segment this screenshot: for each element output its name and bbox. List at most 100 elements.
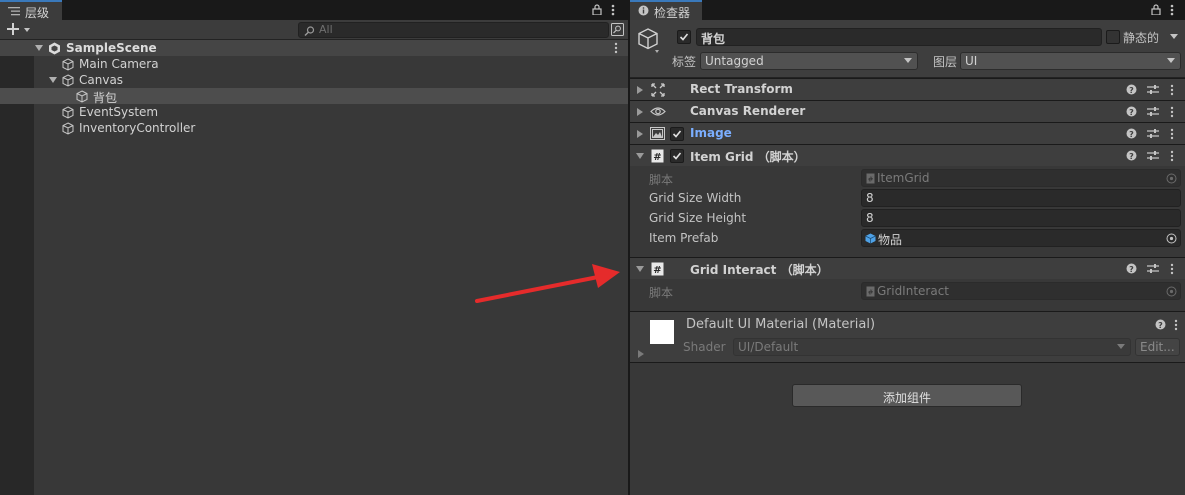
- object-picker-icon[interactable]: [1166, 233, 1177, 244]
- script-file-icon: #: [866, 173, 875, 184]
- chevron-down-icon: [904, 58, 912, 63]
- property-label: Grid Size Height: [649, 211, 747, 225]
- layer-value: UI: [965, 54, 978, 68]
- presets-icon[interactable]: [1147, 106, 1159, 117]
- search-window-icon[interactable]: [611, 23, 624, 36]
- presets-icon[interactable]: [1147, 150, 1159, 161]
- grid-size-height-input[interactable]: 8: [861, 209, 1181, 227]
- script-icon: #: [651, 149, 664, 163]
- kebab-menu-icon[interactable]: [614, 42, 618, 54]
- lock-icon[interactable]: [592, 4, 602, 15]
- static-checkbox[interactable]: [1106, 30, 1120, 44]
- gameobject-cube-icon: [76, 90, 88, 103]
- collapsed-arrow-icon[interactable]: [637, 86, 643, 94]
- inspector-tab-bar: 检查器: [630, 0, 1185, 20]
- svg-text:#: #: [868, 176, 874, 184]
- kebab-menu-icon[interactable]: [1170, 263, 1174, 275]
- tree-item-samplescene[interactable]: SampleScene: [0, 40, 628, 56]
- shader-edit-button[interactable]: Edit...: [1135, 338, 1180, 356]
- add-dropdown-icon[interactable]: [7, 23, 33, 36]
- gameobject-cube-icon: [62, 74, 74, 87]
- kebab-menu-icon[interactable]: [1170, 84, 1174, 96]
- image-component-icon: [650, 127, 665, 140]
- kebab-menu-icon[interactable]: [1170, 4, 1174, 16]
- kebab-menu-icon[interactable]: [1170, 128, 1174, 140]
- component-grid-interact[interactable]: # Grid Interact （脚本） ?: [630, 257, 1185, 279]
- collapsed-arrow-icon[interactable]: [637, 108, 643, 116]
- component-item-grid[interactable]: # Item Grid （脚本） ?: [630, 144, 1185, 166]
- script-file-icon: #: [866, 286, 875, 297]
- image-enabled-checkbox[interactable]: [670, 127, 684, 141]
- layer-label: 图层: [933, 55, 958, 69]
- help-icon[interactable]: ?: [1155, 319, 1166, 330]
- tree-item-backpack[interactable]: 背包: [0, 88, 628, 105]
- tree-item-inventorycontroller[interactable]: InventoryController: [0, 120, 628, 136]
- add-component-button[interactable]: 添加组件: [792, 384, 1022, 407]
- tree-item-eventsystem[interactable]: EventSystem: [0, 104, 628, 120]
- tab-inspector[interactable]: 检查器: [630, 0, 702, 20]
- object-picker-icon: [1166, 286, 1177, 297]
- edit-label: Edit...: [1140, 340, 1175, 354]
- presets-icon[interactable]: [1147, 84, 1159, 95]
- expand-arrow-icon[interactable]: [35, 45, 43, 51]
- svg-text:?: ?: [1129, 86, 1134, 95]
- help-icon[interactable]: ?: [1126, 84, 1137, 95]
- help-icon[interactable]: ?: [1126, 263, 1137, 274]
- rect-transform-icon: [651, 83, 665, 97]
- chevron-down-icon[interactable]: [1170, 34, 1178, 40]
- expanded-arrow-icon[interactable]: [636, 153, 644, 159]
- component-canvas-renderer[interactable]: Canvas Renderer ?: [630, 100, 1185, 122]
- property-label: Item Prefab: [649, 231, 719, 245]
- checkmark-icon: [679, 33, 689, 41]
- tab-hierarchy[interactable]: 层级: [0, 0, 62, 20]
- help-icon[interactable]: ?: [1126, 150, 1137, 161]
- kebab-menu-icon[interactable]: [1174, 319, 1178, 331]
- item-prefab-object-field[interactable]: 物品: [861, 229, 1181, 247]
- presets-icon[interactable]: [1147, 128, 1159, 139]
- object-name-input[interactable]: 背包: [696, 28, 1102, 46]
- search-icon: [304, 26, 315, 36]
- checkmark-icon: [672, 130, 682, 138]
- tree-item-main-camera[interactable]: Main Camera: [0, 56, 628, 72]
- kebab-menu-icon[interactable]: [611, 4, 615, 16]
- svg-text:?: ?: [1129, 108, 1134, 117]
- item-grid-enabled-checkbox[interactable]: [670, 149, 684, 163]
- component-title: Item Grid （脚本）: [690, 150, 806, 164]
- expanded-arrow-icon[interactable]: [636, 266, 644, 272]
- svg-text:#: #: [653, 265, 661, 276]
- property-grid-size-width: Grid Size Width 8: [630, 188, 1185, 208]
- gameobject-large-cube-icon: [638, 28, 659, 53]
- expand-arrow-icon[interactable]: [49, 77, 57, 83]
- tree-item-label: InventoryController: [79, 121, 196, 135]
- info-icon: [638, 5, 649, 16]
- shader-dropdown[interactable]: UI/Default: [733, 338, 1131, 356]
- collapsed-arrow-icon[interactable]: [638, 350, 644, 358]
- svg-text:#: #: [653, 152, 661, 163]
- presets-icon[interactable]: [1147, 263, 1159, 274]
- lock-icon[interactable]: [1151, 4, 1161, 15]
- collapsed-arrow-icon[interactable]: [637, 130, 643, 138]
- property-item-prefab: Item Prefab 物品: [630, 228, 1185, 248]
- kebab-menu-icon[interactable]: [1170, 106, 1174, 118]
- help-icon[interactable]: ?: [1126, 106, 1137, 117]
- grid-size-width-input[interactable]: 8: [861, 189, 1181, 207]
- object-picker-icon: [1166, 173, 1177, 184]
- gameobject-cube-icon: [62, 122, 74, 135]
- component-image[interactable]: Image ?: [630, 122, 1185, 144]
- help-icon[interactable]: ?: [1126, 128, 1137, 139]
- active-checkbox[interactable]: [677, 30, 691, 44]
- object-name: 背包: [701, 32, 726, 46]
- hierarchy-search-input[interactable]: All: [298, 22, 609, 38]
- tree-item-canvas[interactable]: Canvas: [0, 72, 628, 88]
- tag-dropdown[interactable]: Untagged: [700, 52, 918, 70]
- kebab-menu-icon[interactable]: [1170, 150, 1174, 162]
- list-icon: [8, 7, 20, 16]
- tag-label: 标签: [672, 55, 697, 69]
- gameobject-cube-icon: [62, 106, 74, 119]
- layer-dropdown[interactable]: UI: [960, 52, 1181, 70]
- component-rect-transform[interactable]: Rect Transform ?: [630, 78, 1185, 100]
- property-script: 脚本 # ItemGrid: [630, 168, 1185, 188]
- component-title: Image: [690, 126, 732, 140]
- shader-value: UI/Default: [738, 340, 799, 354]
- tab-inspector-label: 检查器: [654, 6, 691, 20]
